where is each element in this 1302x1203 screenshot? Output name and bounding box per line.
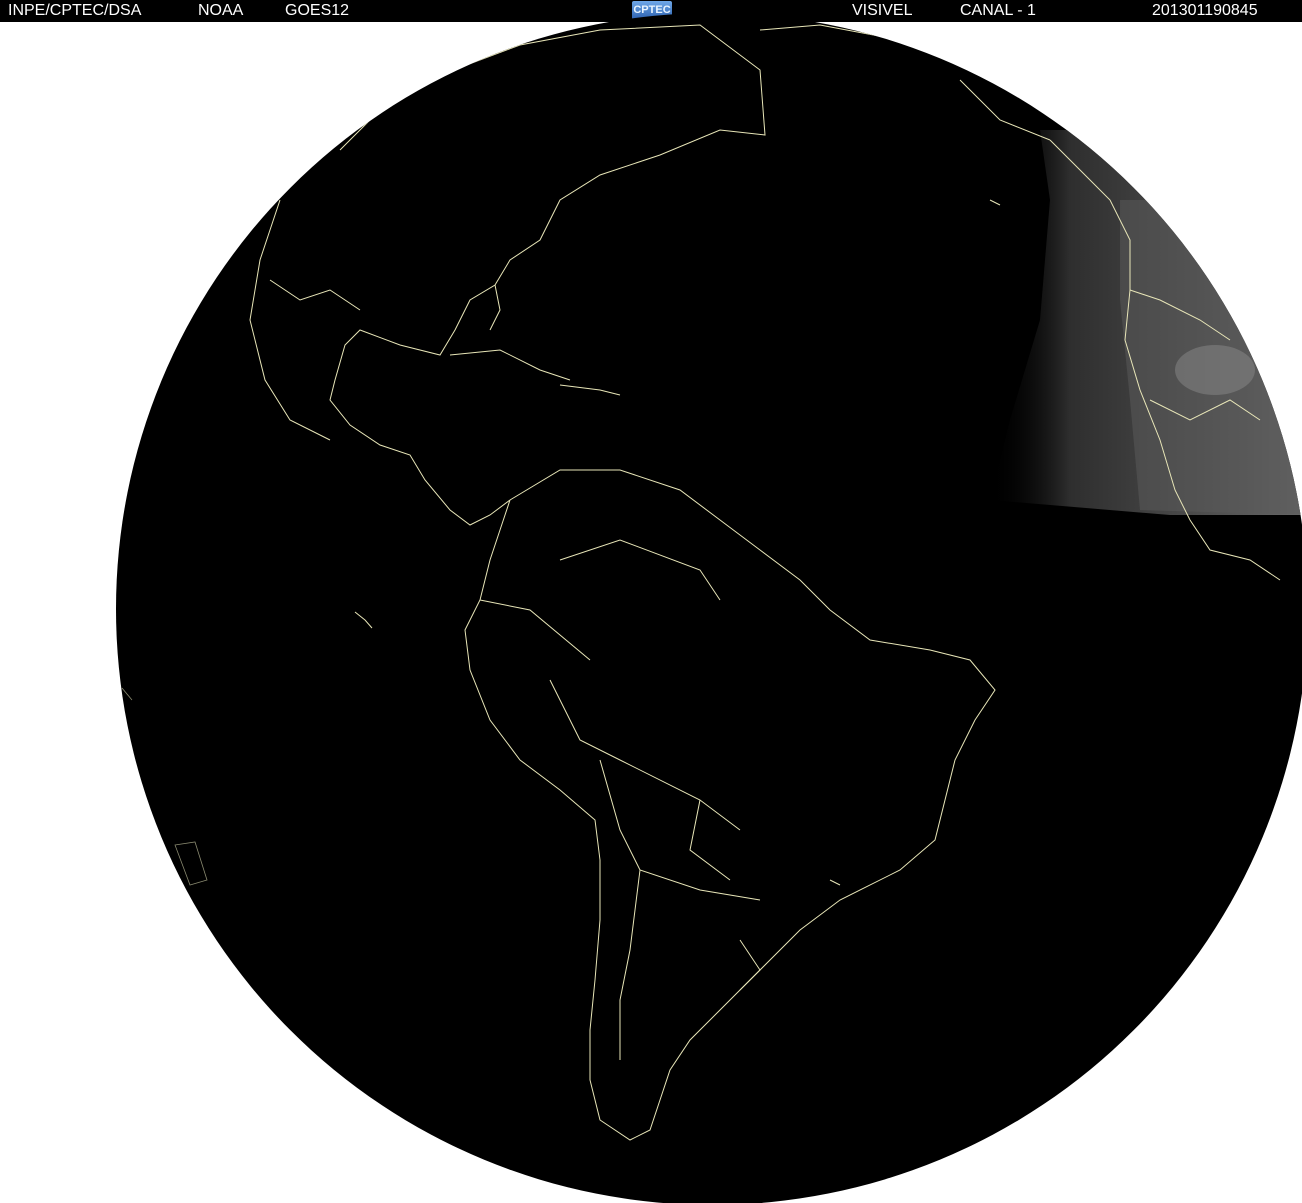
earth-disk-image — [116, 13, 1302, 1203]
